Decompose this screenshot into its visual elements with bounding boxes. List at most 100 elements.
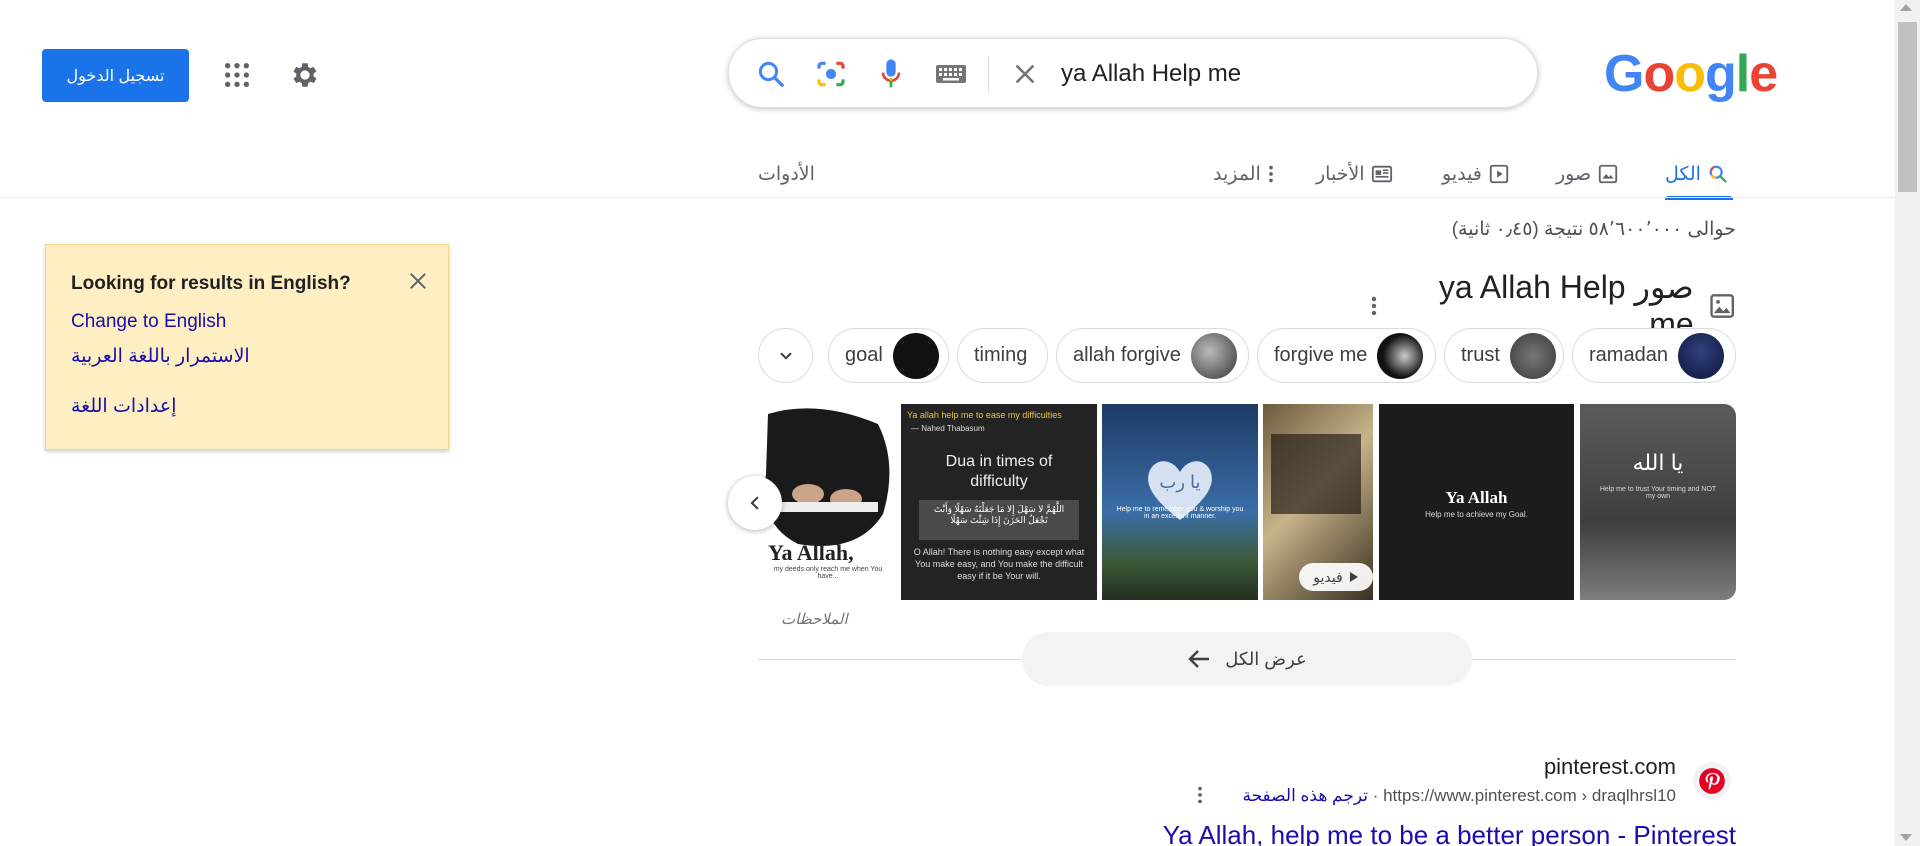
language-settings-link[interactable]: إعدادات اللغة: [71, 395, 176, 418]
result-url-line: ترجم هذه الصفحة · https://www.pinterest.…: [1000, 786, 1676, 806]
apps-grid-icon[interactable]: [218, 56, 256, 94]
more-options-icon[interactable]: [1360, 286, 1388, 326]
search-icon[interactable]: [753, 56, 789, 92]
video-icon: [1489, 164, 1509, 184]
image-4-text-block: [1271, 434, 1361, 514]
keyboard-glyph: [936, 65, 966, 83]
feedback-link[interactable]: الملاحظات: [781, 610, 848, 628]
language-suggestion-box: Looking for results in English? Change t…: [45, 244, 449, 450]
result-url: https://www.pinterest.com › draqlhrsl10: [1383, 786, 1676, 805]
chip-label: ramadan: [1589, 344, 1668, 366]
mic-glyph: [881, 59, 901, 88]
lens-glyph: [817, 61, 845, 87]
kebab-glyph: [1198, 786, 1202, 804]
result-site-name[interactable]: pinterest.com: [1380, 754, 1676, 780]
image-5-body: Help me to achieve my Goal.: [1425, 510, 1528, 519]
image-2-caption: Dua in times of difficulty: [945, 453, 1053, 490]
scrollbar-thumb[interactable]: [1898, 22, 1917, 192]
image-3-body: Help me to remember you & worship you in…: [1116, 506, 1244, 520]
tab-more[interactable]: المزيد: [1213, 150, 1275, 198]
close-icon[interactable]: [404, 267, 432, 295]
chip-thumbnail: [1677, 332, 1724, 379]
pinterest-favicon: [1693, 762, 1731, 800]
news-icon: [1371, 165, 1392, 183]
image-result-5[interactable]: Ya Allah Help me to achieve my Goal.: [1379, 404, 1574, 600]
chip-thumbnail: [1377, 332, 1424, 379]
carousel-previous-button[interactable]: [728, 476, 782, 530]
translate-page-link[interactable]: ترجم هذه الصفحة: [1242, 786, 1368, 805]
play-icon: [1349, 572, 1358, 582]
chip-allah-forgive[interactable]: allah forgive: [1056, 328, 1249, 383]
image-icon: [1710, 293, 1734, 318]
language-box-title: Looking for results in English?: [71, 273, 351, 294]
chevron-down-icon: [780, 352, 791, 360]
kebab-glyph: [1371, 296, 1377, 315]
chip-goal[interactable]: goal: [828, 328, 949, 383]
image-5-caption: Ya Allah: [1445, 488, 1508, 507]
chip-thumbnail: [1190, 332, 1237, 379]
logo-letter: o: [1674, 45, 1706, 103]
close-glyph: [1016, 65, 1034, 83]
tab-all[interactable]: الكل: [1665, 150, 1729, 198]
result-title-link[interactable]: Ya Allah, help me to be a better person …: [1000, 820, 1736, 846]
result-more-icon[interactable]: [1196, 784, 1204, 811]
tab-images[interactable]: صور: [1556, 150, 1619, 198]
logo-letter: g: [1704, 45, 1737, 103]
continue-arabic-link[interactable]: الاستمرار باللغة العربية: [71, 345, 250, 368]
image-result-6[interactable]: يا الله Help me to trust Your timing and…: [1580, 404, 1736, 600]
search-divider: [988, 56, 989, 92]
image-result-2[interactable]: Ya allah help me to ease my difficulties…: [901, 404, 1097, 600]
more-vert-icon: [1268, 165, 1273, 183]
search-icon: [1709, 165, 1727, 183]
google-logo[interactable]: Google: [1604, 44, 1778, 104]
microphone-icon[interactable]: [873, 56, 909, 92]
arrow-left-icon: [1188, 650, 1210, 668]
expand-chips-button[interactable]: [758, 328, 813, 383]
chip-timing[interactable]: timing: [957, 328, 1048, 383]
tab-tools-label: الأدوات: [758, 163, 815, 185]
chip-label: allah forgive: [1073, 344, 1181, 366]
tab-videos[interactable]: فيديو: [1442, 150, 1510, 198]
result-stats: حوالى ٥٨٬٦٠٠٬٠٠٠ نتيجة (٠٫٤٥ ثانية): [1451, 219, 1736, 240]
see-all-button[interactable]: عرض الكل: [1022, 632, 1472, 686]
scroll-down-arrow[interactable]: [1900, 834, 1912, 841]
chip-label: goal: [845, 344, 883, 366]
image-6-caption: يا الله: [1632, 450, 1684, 475]
search-box[interactable]: ya Allah Help me: [728, 38, 1538, 108]
tab-images-label: صور: [1556, 163, 1592, 185]
settings-gear-icon[interactable]: [286, 56, 324, 94]
chip-label: timing: [974, 344, 1028, 366]
tab-tools[interactable]: الأدوات: [758, 150, 815, 198]
chip-label: forgive me: [1274, 344, 1368, 366]
change-to-english-link[interactable]: Change to English: [71, 311, 226, 333]
keyboard-icon[interactable]: [933, 56, 969, 92]
tab-news-label: الأخبار: [1316, 163, 1365, 185]
clear-search-icon[interactable]: [1007, 56, 1043, 92]
search-input[interactable]: ya Allah Help me: [1061, 56, 1241, 92]
url-separator: ·: [1372, 786, 1384, 805]
image-result-3[interactable]: يا رب Help me to remember you & worship …: [1102, 404, 1258, 600]
tab-news[interactable]: الأخبار: [1316, 150, 1393, 198]
tab-all-label: الكل: [1665, 163, 1701, 185]
logo-letter: o: [1643, 45, 1675, 103]
pinterest-icon: [1699, 768, 1725, 794]
scroll-up-arrow[interactable]: [1900, 4, 1912, 11]
image-2-arabic: اللَّهُمَّ لا سَهْلَ إِلا مَا جَعَلْتَهُ…: [919, 500, 1079, 540]
chip-trust[interactable]: trust: [1444, 328, 1564, 383]
image-1-sub: my deeds only reach me when You have...: [773, 566, 883, 580]
image-2-top: Ya allah help me to ease my difficulties: [907, 410, 1062, 420]
video-badge-label: فيديو: [1313, 568, 1343, 585]
image-3-caption: يا رب: [1159, 472, 1201, 492]
sign-in-button[interactable]: تسجيل الدخول: [42, 49, 189, 102]
chip-thumbnail: [1509, 332, 1556, 379]
chevron-left-icon: [750, 496, 759, 510]
chip-thumbnail: [892, 332, 939, 379]
camera-lens-icon[interactable]: [813, 56, 849, 92]
tab-videos-label: فيديو: [1442, 163, 1482, 185]
chip-ramadan[interactable]: ramadan: [1572, 328, 1736, 383]
image-icon: [1598, 164, 1618, 184]
search-glyph: [758, 61, 784, 87]
gear-glyph: [293, 63, 317, 87]
tab-more-label: المزيد: [1213, 163, 1261, 185]
chip-forgive-me[interactable]: forgive me: [1257, 328, 1436, 383]
